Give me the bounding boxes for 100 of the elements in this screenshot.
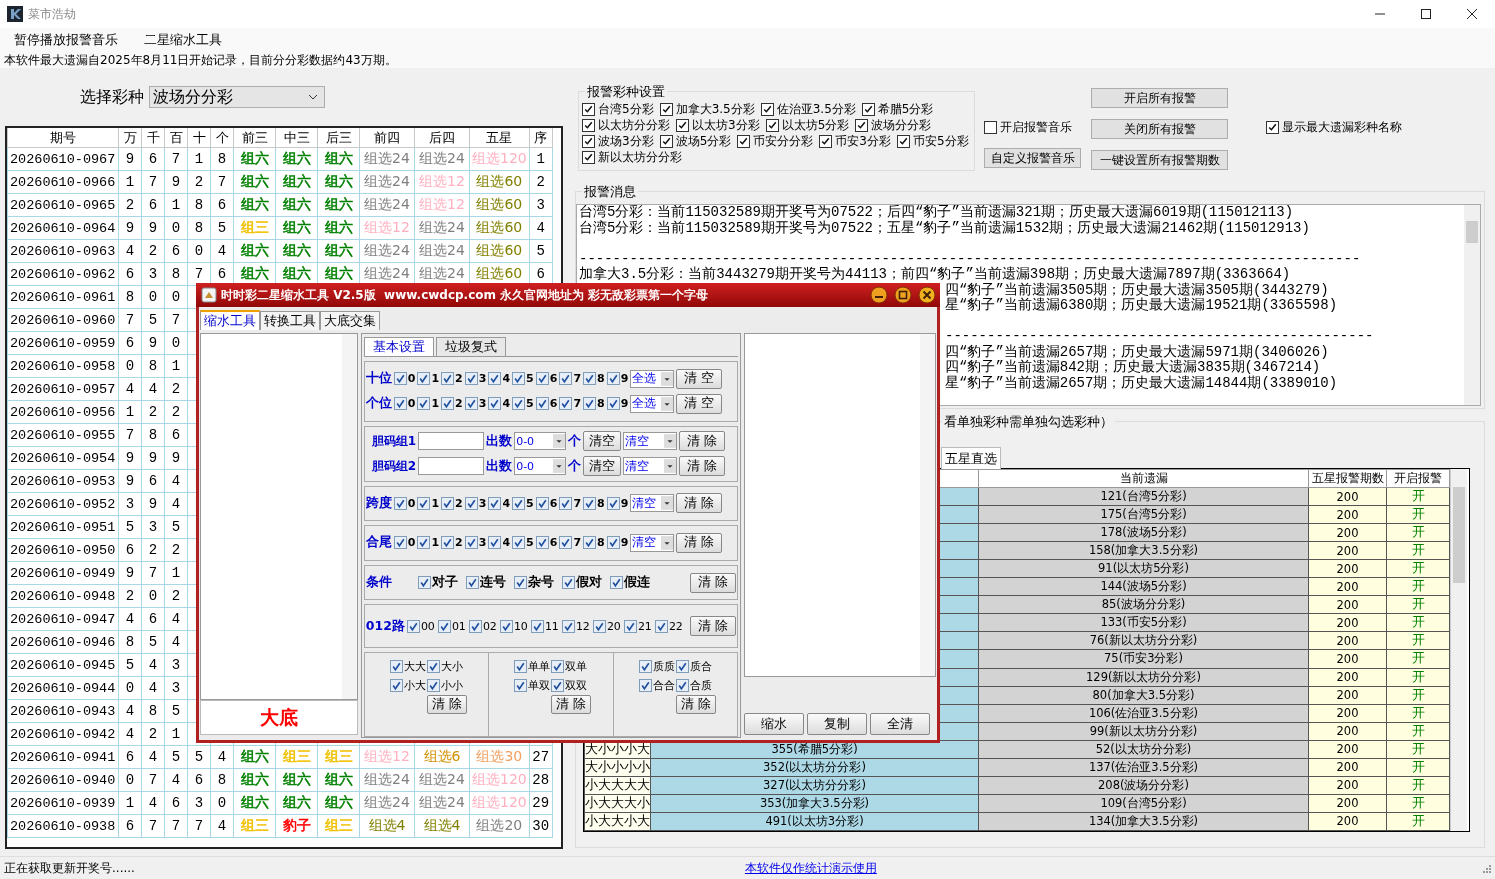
checkbox[interactable]: 大大 bbox=[389, 659, 426, 674]
clear-button[interactable]: 清 除 bbox=[679, 431, 726, 452]
checkbox[interactable]: 连号 bbox=[465, 574, 506, 592]
checkbox[interactable]: 22 bbox=[654, 619, 683, 633]
checkbox[interactable]: 台湾5分彩 bbox=[582, 100, 654, 118]
checkbox[interactable]: 00 bbox=[406, 619, 435, 633]
disclaimer-link[interactable]: 本软件仅作统计演示使用 bbox=[744, 859, 877, 877]
clear-button[interactable]: 清 除 bbox=[675, 695, 716, 714]
dropdown[interactable]: 清空 bbox=[623, 432, 678, 451]
close-icon[interactable] bbox=[918, 286, 936, 304]
checkbox[interactable]: 10 bbox=[499, 619, 528, 633]
resize-grip-icon[interactable] bbox=[1481, 863, 1491, 873]
checkbox[interactable]: 01 bbox=[437, 619, 466, 633]
checkbox[interactable]: 以太坊5分彩 bbox=[765, 116, 850, 134]
maximize-icon[interactable] bbox=[894, 286, 912, 304]
dropdown[interactable]: 清空 bbox=[630, 533, 675, 552]
clear-button[interactable]: 清 空 bbox=[676, 368, 723, 389]
checkbox[interactable]: 杂号 bbox=[513, 574, 554, 592]
checkbox[interactable]: 合合 bbox=[638, 678, 675, 693]
clear-button[interactable]: 清 除 bbox=[426, 695, 467, 714]
menu-item[interactable]: 二星缩水工具 bbox=[144, 31, 222, 49]
dropdown[interactable]: 清空 bbox=[623, 457, 678, 476]
tab[interactable]: 缩水工具 bbox=[200, 310, 260, 330]
checkbox[interactable]: 假对 bbox=[561, 574, 602, 592]
checkbox[interactable]: 新以太坊分分彩 bbox=[582, 148, 682, 166]
clear-button[interactable]: 清 除 bbox=[690, 616, 737, 637]
action-button[interactable]: 复制 bbox=[807, 713, 868, 735]
clear-button[interactable]: 清 空 bbox=[676, 393, 723, 414]
table-cell: 20260610-0945 bbox=[7, 653, 119, 677]
tab[interactable]: 五星直选 bbox=[941, 447, 1001, 469]
scrollbar[interactable] bbox=[920, 334, 935, 676]
checkbox[interactable]: 佐治亚3.5分彩 bbox=[760, 100, 856, 118]
custom-music-button[interactable]: 自定义报警音乐 bbox=[984, 148, 1081, 168]
checkbox[interactable]: 对子 bbox=[417, 574, 458, 592]
tab[interactable]: 基本设置 bbox=[363, 336, 434, 356]
table-cell: 2 bbox=[187, 170, 211, 194]
checkbox[interactable]: 大小 bbox=[426, 659, 463, 674]
clear-button[interactable]: 清 除 bbox=[676, 493, 723, 514]
checkbox[interactable]: 币安分分彩 bbox=[737, 132, 814, 150]
checkbox[interactable]: 以太坊3分彩 bbox=[676, 116, 760, 134]
action-button[interactable]: 全清 bbox=[870, 713, 931, 735]
scrollbar[interactable] bbox=[341, 334, 357, 699]
input-field[interactable] bbox=[418, 432, 485, 451]
checkbox[interactable]: 显示最大遗漏彩种名称 bbox=[1266, 119, 1402, 136]
clear-button[interactable]: 清 除 bbox=[551, 695, 592, 714]
checkbox[interactable]: 合质 bbox=[675, 678, 712, 693]
checkbox[interactable]: 小大 bbox=[389, 678, 426, 693]
checkbox[interactable]: 加拿大3.5分彩 bbox=[659, 100, 755, 118]
checkbox[interactable]: 双双 bbox=[551, 678, 588, 693]
menu-item[interactable]: 暂停播放报警音乐 bbox=[14, 31, 118, 49]
checkbox[interactable]: 小小 bbox=[426, 678, 463, 693]
checkbox[interactable]: 开启报警音乐 bbox=[984, 119, 1072, 136]
row-label: 跨度 bbox=[365, 494, 392, 512]
alarm-button[interactable]: 一键设置所有报警期数 bbox=[1091, 150, 1228, 170]
checkbox[interactable]: 02 bbox=[468, 619, 497, 633]
alarm-button[interactable]: 关闭所有报警 bbox=[1091, 119, 1228, 139]
close-icon[interactable] bbox=[1466, 8, 1478, 20]
table-cell: 组选120 bbox=[469, 147, 530, 171]
checkbox[interactable]: 双单 bbox=[551, 659, 588, 674]
column-header: 五星 bbox=[469, 128, 530, 148]
maximize-icon[interactable] bbox=[1420, 8, 1432, 20]
clear-button[interactable]: 清 除 bbox=[676, 532, 723, 553]
checkbox[interactable]: 质质 bbox=[638, 659, 675, 674]
scrollbar[interactable] bbox=[1464, 205, 1480, 405]
checkbox[interactable]: 假连 bbox=[609, 574, 650, 592]
clear-button[interactable]: 清空 bbox=[583, 431, 622, 452]
action-button[interactable]: 缩水 bbox=[744, 713, 805, 735]
alarm-button[interactable]: 开启所有报警 bbox=[1091, 88, 1228, 108]
checkbox[interactable]: 币安3分彩 bbox=[819, 132, 891, 150]
lottery-dropdown[interactable]: 波场分分彩 bbox=[149, 86, 325, 108]
checkbox[interactable]: 单双 bbox=[514, 678, 551, 693]
checkbox[interactable]: 币安5分彩 bbox=[896, 132, 969, 150]
dropdown[interactable]: 0-0 bbox=[514, 432, 567, 451]
clear-button[interactable]: 清 除 bbox=[679, 456, 726, 477]
checkbox[interactable]: 波场3分彩 bbox=[582, 132, 654, 150]
dropdown[interactable]: 清空 bbox=[630, 494, 675, 513]
checkbox[interactable]: 希腊5分彩 bbox=[861, 100, 934, 118]
tab[interactable]: 垃圾复式 bbox=[435, 336, 506, 356]
checkbox[interactable]: 21 bbox=[623, 619, 652, 633]
checkbox[interactable]: 11 bbox=[530, 619, 559, 633]
checkmark-icon bbox=[394, 537, 406, 549]
dropdown[interactable]: 全选 bbox=[630, 369, 675, 388]
checkbox[interactable]: 质合 bbox=[675, 659, 712, 674]
table-cell: 4 bbox=[141, 377, 165, 401]
input-field[interactable] bbox=[418, 457, 485, 476]
checkbox[interactable]: 波场分分彩 bbox=[855, 116, 932, 134]
checkbox[interactable]: 12 bbox=[561, 619, 590, 633]
table-cell: 组选24 bbox=[414, 239, 470, 263]
tab[interactable]: 大底交集 bbox=[320, 311, 380, 330]
clear-button[interactable]: 清空 bbox=[583, 456, 622, 477]
dropdown[interactable]: 0-0 bbox=[514, 457, 567, 476]
checkbox[interactable]: 20 bbox=[592, 619, 621, 633]
minimize-icon[interactable] bbox=[870, 286, 888, 304]
clear-button[interactable]: 清 除 bbox=[690, 572, 737, 593]
dropdown[interactable]: 全选 bbox=[630, 394, 675, 413]
checkbox[interactable]: 以太坊分分彩 bbox=[582, 116, 670, 134]
checkbox[interactable]: 波场5分彩 bbox=[659, 132, 732, 150]
tab[interactable]: 转换工具 bbox=[260, 311, 320, 330]
checkbox[interactable]: 单单 bbox=[514, 659, 551, 674]
scrollbar[interactable] bbox=[1450, 469, 1467, 831]
